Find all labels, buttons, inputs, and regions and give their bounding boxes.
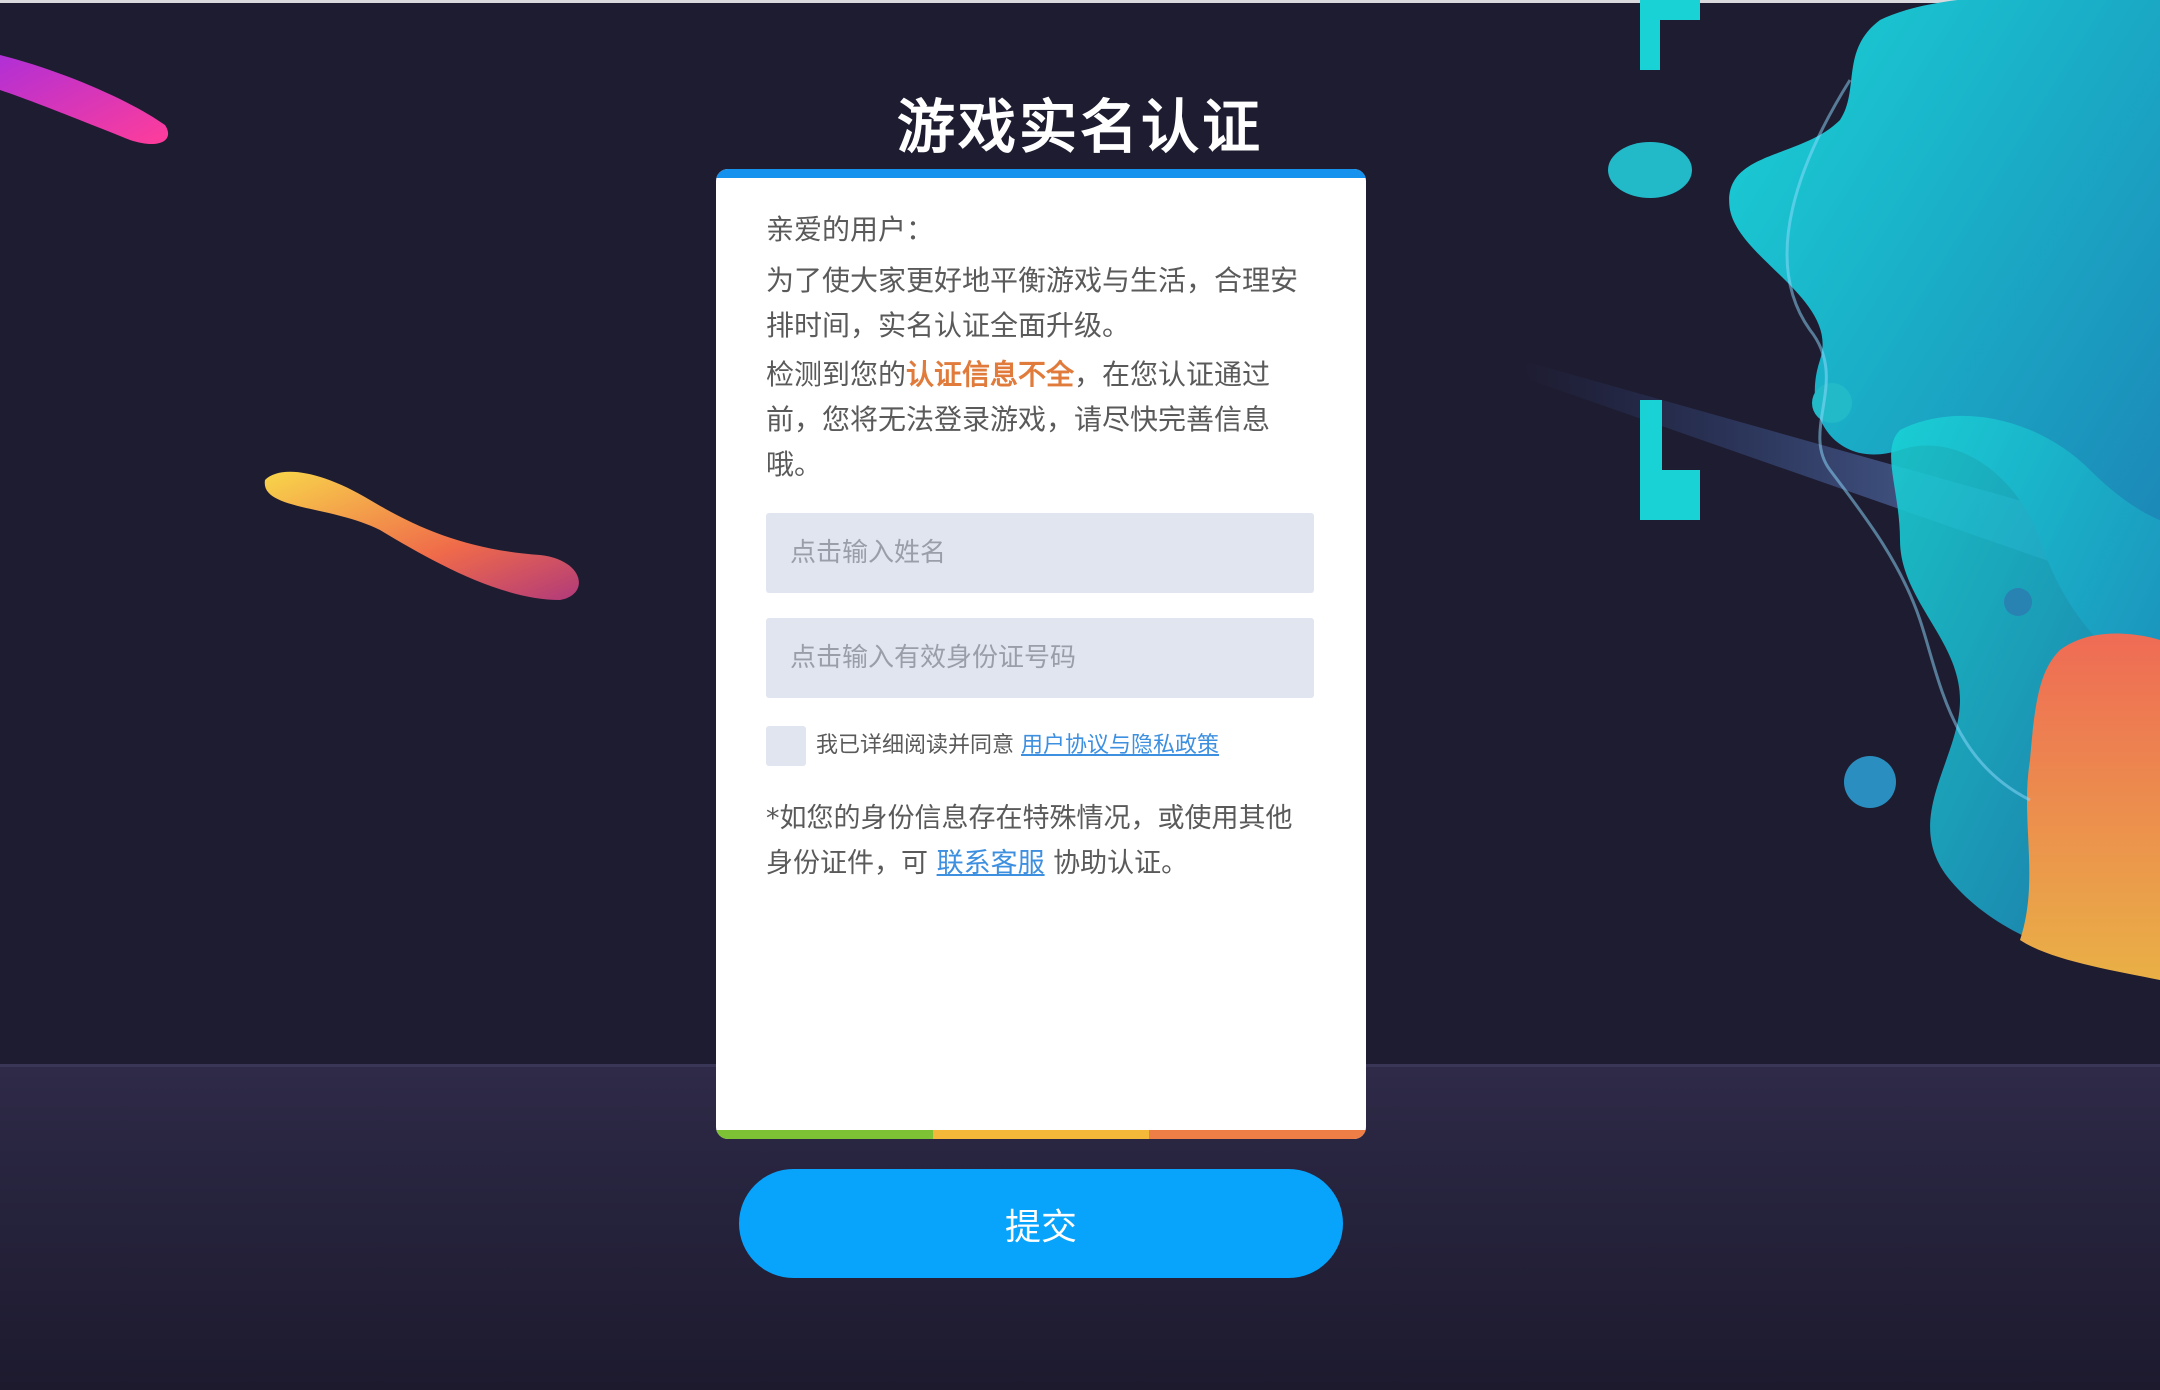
- card-content: 亲爱的用户： 为了使大家更好地平衡游戏与生活，合理安排时间，实名认证全面升级。 …: [766, 207, 1314, 886]
- card-bottom-accent-bar: [716, 1130, 1366, 1139]
- bottom-bar-yellow-segment: [932, 1130, 1150, 1139]
- contact-support-link[interactable]: 联系客服: [937, 848, 1045, 879]
- warning-text-before: 检测到您的: [766, 358, 907, 391]
- page-title: 游戏实名认证: [896, 93, 1263, 161]
- intro-paragraph: 为了使大家更好地平衡游戏与生活，合理安排时间，实名认证全面升级。: [766, 264, 1299, 342]
- warning-paragraph: 检测到您的认证信息不全，在您认证通过前，您将无法登录游戏，请尽快完善信息哦。: [766, 352, 1314, 487]
- submit-button[interactable]: 提交: [739, 1169, 1343, 1278]
- page-background: 游戏实名认证 亲爱的用户： 为了使大家更好地平衡游戏与生活，合理安排时间，实名认…: [0, 0, 2160, 1390]
- bottom-bar-green-segment: [716, 1130, 933, 1139]
- agreement-row: 我已详细阅读并同意 用户协议与隐私政策: [766, 726, 1314, 766]
- yellow-streak: [264, 471, 579, 600]
- warning-highlight: 认证信息不全: [906, 358, 1075, 391]
- bottom-bar-orange-segment: [1149, 1130, 1366, 1139]
- greeting-text: 亲爱的用户：: [766, 213, 935, 246]
- special-case-note: *如您的身份信息存在特殊情况，或使用其他身份证件，可 联系客服 协助认证。: [766, 796, 1314, 886]
- verification-card: 亲爱的用户： 为了使大家更好地平衡游戏与生活，合理安排时间，实名认证全面升级。 …: [716, 169, 1366, 1139]
- name-input[interactable]: [766, 513, 1314, 593]
- agreement-checkbox[interactable]: [766, 726, 806, 766]
- user-agreement-link[interactable]: 用户协议与隐私政策: [1021, 726, 1219, 766]
- id-number-input[interactable]: [766, 618, 1314, 698]
- note-text-after: 协助认证。: [1044, 848, 1189, 879]
- agreement-text: 我已详细阅读并同意: [816, 733, 1015, 758]
- card-top-accent-bar: [716, 169, 1366, 178]
